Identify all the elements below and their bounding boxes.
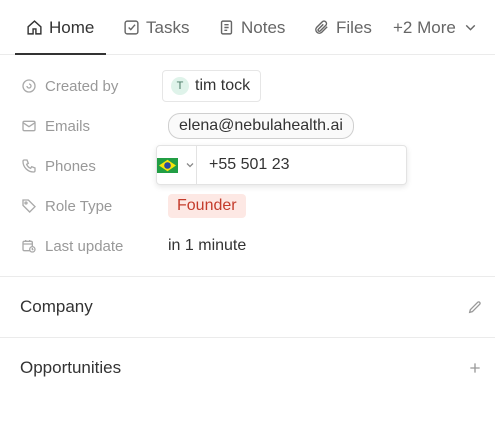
country-code-select[interactable]: [157, 146, 197, 184]
emails-label-group: Emails: [21, 118, 90, 135]
notes-icon: [220, 20, 233, 35]
email-chip[interactable]: elena@nebulahealth.ai: [168, 113, 354, 139]
paperclip-icon: [315, 20, 328, 34]
opportunities-section: Opportunities: [0, 338, 495, 398]
phone-input[interactable]: [197, 146, 428, 184]
tag-icon: [22, 199, 36, 213]
emails-label: Emails: [45, 117, 91, 135]
tab-notes[interactable]: Notes: [218, 0, 285, 55]
chevron-down-icon: [465, 24, 476, 31]
tab-bar: Home Tasks Notes Files +2 More: [0, 0, 495, 55]
created-by-label: Created by: [45, 77, 119, 95]
phone-icon: [22, 159, 36, 173]
tab-home-label: Home: [49, 17, 95, 37]
plus-icon[interactable]: [467, 360, 483, 376]
role-type-label: Role Type: [45, 197, 113, 215]
field-created-by: Created by T tim tock: [0, 66, 495, 106]
tab-more-label: +2 More: [393, 17, 456, 37]
creator-name: tim tock: [195, 77, 251, 94]
created-by-value: T tim tock: [162, 70, 262, 102]
mail-icon: [22, 120, 36, 132]
tab-files[interactable]: Files: [313, 0, 372, 55]
tab-notes-label: Notes: [241, 17, 286, 37]
calendar-clock-icon: [22, 240, 36, 253]
last-update-value: in 1 minute: [162, 237, 246, 255]
tab-more[interactable]: +2 More: [393, 0, 479, 55]
role-badge[interactable]: Founder: [168, 194, 246, 218]
chevron-down-icon: [186, 163, 194, 168]
phones-label: Phones: [45, 157, 96, 175]
role-type-label-group: Role Type: [21, 198, 112, 215]
home-icon: [27, 20, 42, 35]
opportunities-title: Opportunities: [20, 358, 122, 377]
tab-tasks[interactable]: Tasks: [123, 0, 189, 55]
creator-chip[interactable]: T tim tock: [162, 70, 262, 102]
company-section: Company: [0, 277, 495, 337]
active-tab-indicator: [15, 53, 106, 55]
last-update-text: in 1 minute: [168, 237, 247, 254]
avatar: T: [171, 77, 189, 95]
field-emails: Emails elena@nebulahealth.ai: [0, 106, 495, 146]
phones-label-group: Phones: [21, 158, 96, 175]
field-last-update: Last update in 1 minute: [0, 226, 495, 266]
brazil-flag-icon: [157, 157, 178, 173]
tab-home[interactable]: Home: [26, 0, 94, 55]
last-update-label: Last update: [45, 237, 124, 255]
field-role-type: Role Type Founder: [0, 186, 495, 226]
pencil-icon[interactable]: [467, 299, 483, 315]
last-update-label-group: Last update: [21, 238, 123, 255]
created-by-label-group: Created by: [21, 78, 118, 95]
emails-value: elena@nebulahealth.ai: [162, 113, 354, 139]
phone-edit-popup: [156, 145, 428, 185]
checkbox-icon: [124, 20, 139, 35]
tab-files-label: Files: [336, 17, 372, 37]
created-by-icon: [22, 79, 36, 93]
tab-tasks-label: Tasks: [146, 17, 190, 37]
company-title: Company: [20, 297, 93, 316]
role-type-value: Founder: [162, 194, 246, 218]
